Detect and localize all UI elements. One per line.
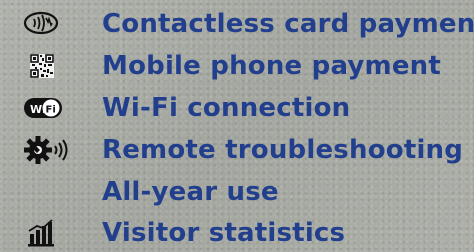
svg-text:Fi: Fi [46, 105, 56, 116]
feature-item-contactless: Contactless card payment [0, 5, 474, 43]
feature-label: Wi-Fi connection [102, 93, 351, 123]
feature-list: Contactless card payment Mobile phone pa… [0, 0, 474, 252]
bar-chart-icon [8, 218, 94, 248]
feature-item-remote-troubleshooting: Remote troubleshooting [0, 131, 474, 169]
feature-item-visitor-statistics: Visitor statistics [0, 214, 474, 252]
feature-label: Contactless card payment [102, 9, 474, 39]
feature-label: Mobile phone payment [102, 51, 442, 81]
feature-label: Visitor statistics [102, 218, 346, 248]
feature-label: All-year use [102, 177, 279, 207]
remote-gear-icon [8, 135, 94, 165]
feature-item-all-year-use: All-year use [0, 173, 474, 211]
feature-item-wifi: Wi Fi Wi-Fi connection [0, 89, 474, 127]
contactless-card-icon [8, 9, 94, 39]
svg-text:Wi: Wi [30, 103, 46, 116]
qr-code-icon [8, 51, 94, 81]
feature-item-mobile-payment: Mobile phone payment [0, 47, 474, 85]
wifi-badge-icon: Wi Fi [8, 93, 94, 123]
feature-label: Remote troubleshooting [102, 135, 464, 165]
